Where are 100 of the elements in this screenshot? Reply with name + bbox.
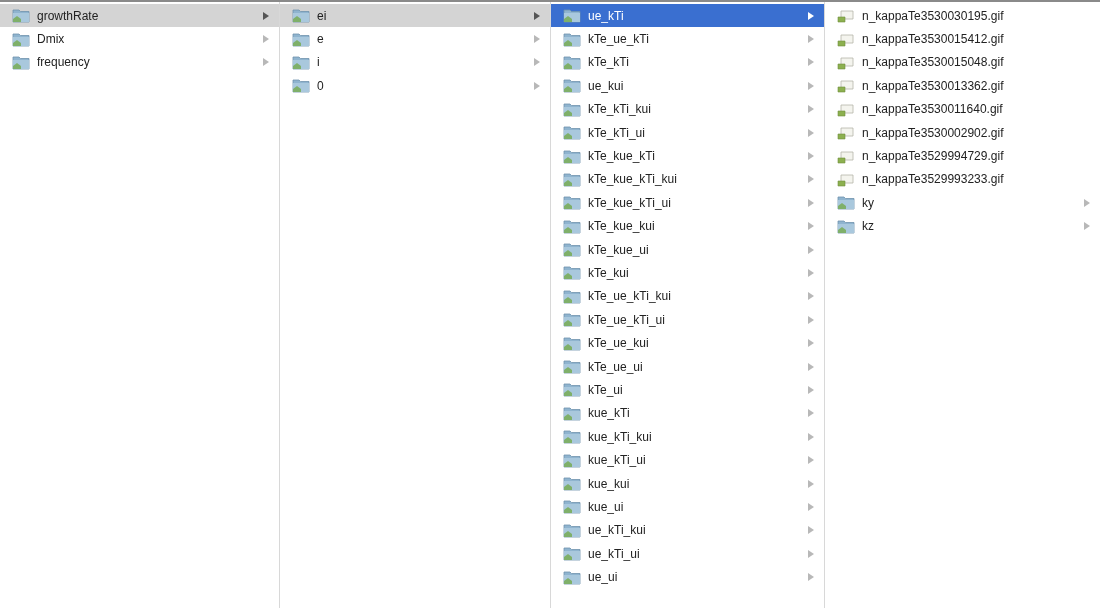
folder-icon — [563, 288, 581, 304]
file-list-item[interactable]: kTe_ue_ui — [551, 354, 824, 379]
file-list-item[interactable]: ue_kui — [551, 74, 824, 98]
folder-icon — [563, 452, 581, 468]
image-file-icon — [837, 78, 855, 94]
disclosure-icon — [808, 152, 814, 161]
disclosure-icon — [534, 11, 540, 20]
file-list-item[interactable]: n_kappaTe3530030195.gif — [825, 4, 1100, 28]
disclosure-icon — [808, 35, 814, 44]
file-list-item[interactable]: n_kappaTe3530013362.gif — [825, 74, 1100, 98]
folder-icon — [563, 242, 581, 258]
file-list-item[interactable]: kTe_kTi_kui — [551, 97, 824, 121]
file-list-item[interactable]: kTe_ue_kTi — [551, 27, 824, 51]
folder-icon — [563, 101, 581, 117]
folder-icon — [563, 382, 581, 398]
disclosure-icon — [808, 432, 814, 441]
file-list-item[interactable]: kTe_kue_ui — [551, 237, 824, 262]
file-list-item[interactable]: ue_ui — [551, 565, 824, 589]
file-list-item[interactable]: kTe_kue_kTi_kui — [551, 167, 824, 192]
disclosure-icon — [808, 58, 814, 67]
disclosure-icon — [534, 35, 540, 44]
file-list-item[interactable]: growthRate — [0, 4, 279, 28]
disclosure-icon — [808, 11, 814, 20]
disclosure-icon — [808, 222, 814, 231]
file-list-item[interactable]: kTe_kue_kTi — [551, 144, 824, 168]
disclosure-icon — [808, 502, 814, 511]
folder-icon — [563, 171, 581, 187]
file-list-item[interactable]: ue_kTi_ui — [551, 542, 824, 566]
file-list-item[interactable]: n_kappaTe3530015412.gif — [825, 27, 1100, 51]
folder-icon — [563, 218, 581, 234]
file-list-item[interactable]: Dmix — [0, 27, 279, 51]
file-list-item[interactable]: n_kappaTe3529994729.gif — [825, 144, 1100, 168]
folder-icon — [563, 195, 581, 211]
image-file-icon — [837, 101, 855, 117]
disclosure-icon — [808, 175, 814, 184]
file-list-item[interactable]: kTe_ue_kui — [551, 331, 824, 355]
disclosure-icon — [808, 385, 814, 394]
disclosure-icon — [263, 35, 269, 44]
folder-icon — [563, 569, 581, 585]
folder-icon — [563, 148, 581, 164]
file-list-item[interactable]: kTe_kTi_ui — [551, 120, 824, 145]
folder-icon — [292, 54, 310, 70]
folder-icon — [12, 54, 30, 70]
file-list-item[interactable]: i — [280, 50, 550, 75]
file-list-item[interactable]: kz — [825, 214, 1100, 238]
image-file-icon — [837, 8, 855, 24]
file-list-item[interactable]: e — [280, 27, 550, 51]
folder-icon — [563, 125, 581, 141]
file-list-item[interactable]: frequency — [0, 50, 279, 75]
file-list-item[interactable]: n_kappaTe3529993233.gif — [825, 167, 1100, 192]
folder-icon — [292, 8, 310, 24]
disclosure-icon — [808, 105, 814, 114]
file-list-item[interactable]: ue_kTi — [551, 4, 824, 28]
disclosure-icon — [1084, 198, 1090, 207]
file-list-item[interactable]: kTe_kue_kui — [551, 214, 824, 238]
image-file-icon — [837, 125, 855, 141]
disclosure-icon — [263, 58, 269, 67]
disclosure-icon — [263, 11, 269, 20]
file-list-item[interactable]: kTe_kue_kTi_ui — [551, 191, 824, 215]
folder-icon — [12, 8, 30, 24]
file-list-item[interactable]: n_kappaTe3530015048.gif — [825, 50, 1100, 75]
file-list-item[interactable]: ky — [825, 191, 1100, 215]
disclosure-icon — [808, 573, 814, 582]
file-list-item[interactable]: ei — [280, 4, 550, 28]
file-list-item[interactable]: 0 — [280, 74, 550, 98]
folder-icon — [563, 31, 581, 47]
file-list-item[interactable]: kue_kui — [551, 471, 824, 496]
file-list-item[interactable]: n_kappaTe3530002902.gif — [825, 120, 1100, 145]
folder-icon — [563, 359, 581, 375]
folder-icon — [292, 31, 310, 47]
image-file-icon — [837, 54, 855, 70]
disclosure-icon — [808, 339, 814, 348]
disclosure-icon — [808, 245, 814, 254]
file-list-item[interactable]: kue_kTi — [551, 401, 824, 426]
file-list-item[interactable]: n_kappaTe3530011640.gif — [825, 97, 1100, 121]
file-list-item[interactable]: kue_kTi_ui — [551, 448, 824, 472]
disclosure-icon — [1084, 222, 1090, 231]
folder-icon — [563, 8, 581, 24]
file-list-item[interactable]: kue_kTi_kui — [551, 425, 824, 449]
folder-icon — [563, 499, 581, 515]
disclosure-icon — [808, 526, 814, 535]
file-list-item[interactable]: kTe_kTi — [551, 50, 824, 75]
file-list-item[interactable]: kTe_ui — [551, 378, 824, 402]
file-list-item[interactable]: kue_ui — [551, 495, 824, 519]
folder-icon — [563, 476, 581, 491]
disclosure-icon — [534, 81, 540, 90]
folder-icon — [563, 78, 581, 94]
disclosure-icon — [808, 362, 814, 371]
file-list-item[interactable]: kTe_ue_kTi_ui — [551, 308, 824, 332]
file-list-item[interactable]: ue_kTi_kui — [551, 518, 824, 542]
folder-icon — [837, 218, 855, 234]
disclosure-icon — [808, 292, 814, 301]
disclosure-icon — [808, 128, 814, 137]
disclosure-icon — [534, 58, 540, 67]
file-list-item[interactable]: kTe_kui — [551, 261, 824, 285]
image-file-icon — [837, 171, 855, 187]
file-list-item[interactable]: kTe_ue_kTi_kui — [551, 284, 824, 309]
image-file-icon — [837, 31, 855, 47]
folder-icon — [563, 546, 581, 562]
folder-icon — [563, 522, 581, 538]
